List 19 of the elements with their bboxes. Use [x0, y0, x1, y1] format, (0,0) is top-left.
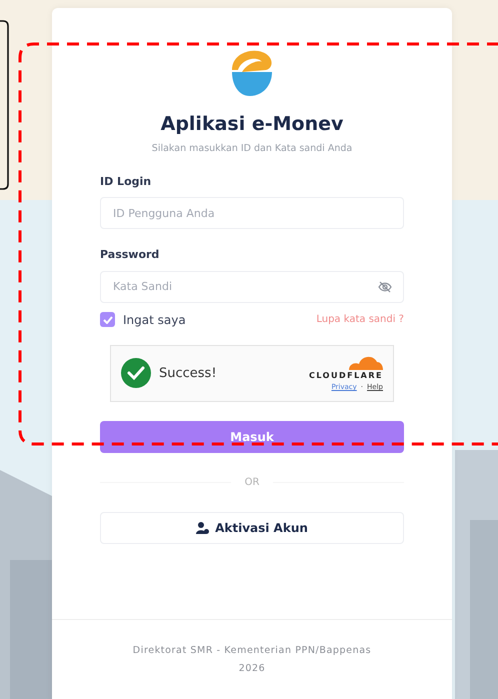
remember-label: Ingat saya — [123, 312, 186, 329]
divider-label: OR — [244, 476, 260, 490]
success-check-icon — [121, 358, 151, 388]
field-label: ID Login — [100, 174, 152, 190]
input-field[interactable]: ID Pengguna Anda — [100, 197, 404, 230]
footer-text: 2026 — [238, 662, 266, 676]
app-title: Aplikasi e-Monev — [160, 112, 344, 137]
activate-account-button[interactable]: Aktivasi Akun — [100, 512, 404, 544]
field-label: Password — [100, 247, 160, 264]
forgot-password-link[interactable]: Lupa kata sandi ? — [316, 312, 404, 328]
cloud-icon — [347, 354, 383, 370]
remember-checkbox[interactable] — [100, 312, 115, 328]
password-field[interactable]: Kata Sandi — [100, 270, 404, 303]
hide-password-icon[interactable] — [378, 280, 392, 293]
login-button[interactable]: Masuk — [100, 420, 404, 453]
captcha-status: Success! — [159, 364, 217, 382]
brand-text: CLOUDFLARE — [309, 370, 383, 382]
subtitle: Silakan masukkan ID dan Kata sandi Anda — [150, 142, 354, 156]
footer-text: Direktorat SMR - Kementerian PPN/Bappenas — [132, 644, 372, 658]
